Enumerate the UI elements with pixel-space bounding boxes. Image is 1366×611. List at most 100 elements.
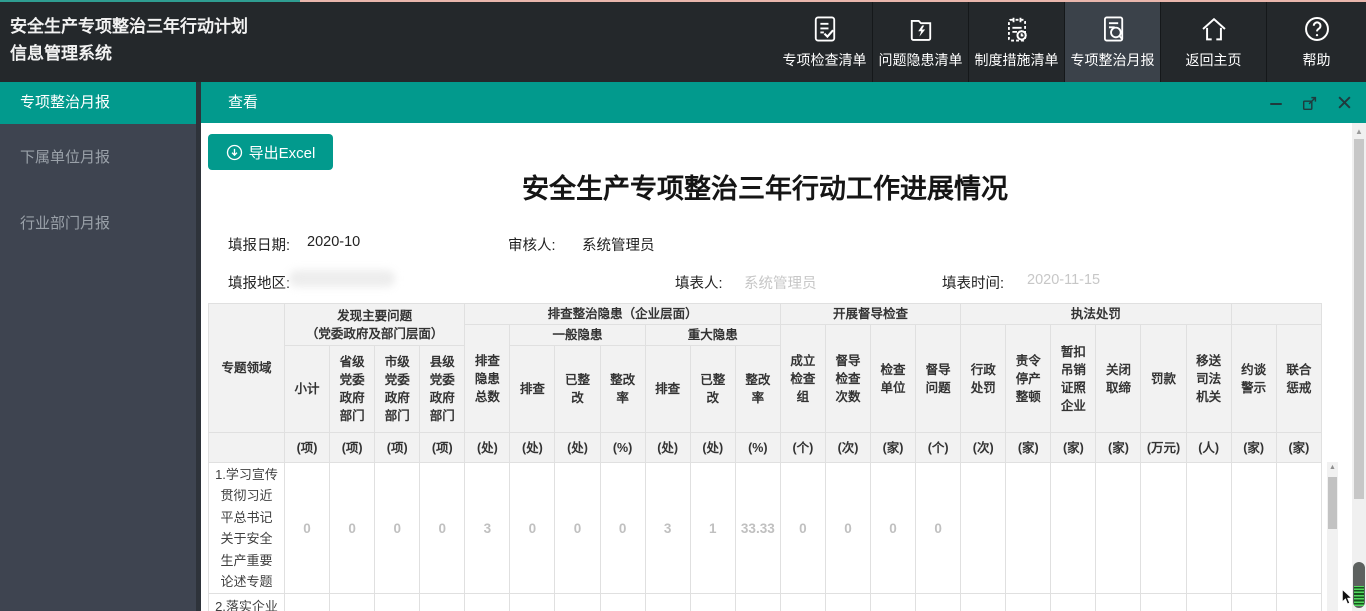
nav-item-label: 问题隐患清单 [879, 50, 963, 70]
report-search-icon [1098, 12, 1128, 46]
header-cell: 督导检查次数 [825, 325, 870, 433]
sidebar-item-special-monthly-report[interactable]: 专项整治月报 [0, 82, 196, 124]
unit-cell: (%) [735, 433, 780, 463]
value-cell [1186, 463, 1231, 594]
table-row: 2.落实企业 [209, 594, 1322, 611]
filler-label: 填表人: [675, 272, 723, 293]
hazard-doc-icon [906, 12, 936, 46]
value-cell [825, 594, 870, 611]
value-cell: 0 [285, 463, 330, 594]
value-cell [1096, 594, 1141, 611]
value-cell [1051, 594, 1096, 611]
value-cell [1186, 594, 1231, 611]
header-cell: 一般隐患 [510, 325, 645, 346]
maximize-button[interactable] [1300, 93, 1320, 113]
value-cell [420, 594, 465, 611]
scroll-indicator-widget[interactable] [1353, 562, 1365, 608]
header-cell: 移送司法机关 [1186, 325, 1231, 433]
page-scrollbar-up-icon[interactable]: ▲ [1352, 127, 1366, 136]
header-cell [1231, 304, 1321, 325]
cursor-icon [1341, 589, 1353, 605]
nav-item-measures-list[interactable]: 制度措施清单 [969, 0, 1064, 82]
nav-item-help[interactable]: 帮助 [1267, 0, 1366, 82]
table-head: 专题领域发现主要问题（党委政府及部门层面）排查整治隐患（企业层面）开展督导检查执… [209, 304, 1322, 463]
value-cell: 1 [690, 463, 735, 594]
value-cell: 0 [375, 463, 420, 594]
unit-cell: (处) [465, 433, 510, 463]
unit-cell: (家) [871, 433, 916, 463]
value-cell [690, 594, 735, 611]
value-cell: 0 [420, 463, 465, 594]
value-cell [916, 594, 961, 611]
value-cell [645, 594, 690, 611]
unit-cell: (个) [916, 433, 961, 463]
value-cell [1276, 594, 1321, 611]
table-scrollbar-up-icon[interactable]: ▲ [1327, 464, 1338, 472]
export-excel-button[interactable]: 导出Excel [208, 134, 333, 170]
nav-item-label: 帮助 [1303, 50, 1331, 70]
nav-item-label: 专项整治月报 [1071, 50, 1155, 70]
sidebar: 专项整治月报下属单位月报行业部门月报 [0, 82, 196, 611]
sidebar-item-subordinate-unit-monthly[interactable]: 下属单位月报 [0, 137, 196, 179]
table-scrollbar-thumb[interactable] [1328, 477, 1337, 529]
header-cell: 督导问题 [916, 325, 961, 433]
row-label-cell: 2.落实企业 [209, 594, 285, 611]
value-cell [1231, 463, 1276, 594]
report-body: 导出Excel 安全生产专项整治三年行动工作进展情况 填报日期: 2020-10… [201, 123, 1366, 611]
value-cell [735, 594, 780, 611]
top-progress-strip-pink [300, 0, 1366, 2]
top-bar: 安全生产专项整治三年行动计划 信息管理系统 专项检查清单问题隐患清单制度措施清单… [0, 0, 1366, 82]
header-cell: 执法处罚 [961, 304, 1231, 325]
checklist-icon [810, 12, 840, 46]
sidebar-item-industry-dept-monthly[interactable]: 行业部门月报 [0, 203, 196, 245]
nav-item-special-check-list[interactable]: 专项检查清单 [777, 0, 872, 82]
app-title-line2: 信息管理系统 [10, 40, 248, 67]
unit-cell: (处) [690, 433, 735, 463]
close-icon [1337, 95, 1352, 110]
header-cell: 已整改 [690, 346, 735, 433]
value-cell [1231, 594, 1276, 611]
unit-cell [209, 433, 285, 463]
value-cell [780, 594, 825, 611]
header-cell: 关闭取缔 [1096, 325, 1141, 433]
minimize-icon [1268, 95, 1284, 111]
nav-item-label: 专项检查清单 [783, 50, 867, 70]
unit-cell: (项) [330, 433, 375, 463]
value-cell [871, 594, 916, 611]
nav-item-monthly-report[interactable]: 专项整治月报 [1065, 0, 1160, 82]
value-cell: 0 [916, 463, 961, 594]
report-table-wrap: 专题领域发现主要问题（党委政府及部门层面）排查整治隐患（企业层面）开展督导检查执… [208, 303, 1322, 611]
value-cell: 0 [780, 463, 825, 594]
unit-cell: (家) [1276, 433, 1321, 463]
tab-view[interactable]: 查看 [228, 82, 258, 123]
unit-cell: (处) [645, 433, 690, 463]
unit-cell: (次) [961, 433, 1006, 463]
value-cell: 0 [600, 463, 645, 594]
unit-cell: (项) [285, 433, 330, 463]
value-cell: 0 [825, 463, 870, 594]
page-scrollbar-thumb[interactable] [1354, 139, 1364, 499]
filler-value: 系统管理员 [744, 272, 817, 293]
page-scrollbar[interactable]: ▲ [1352, 123, 1366, 611]
table-scrollbar[interactable]: ▲ [1327, 462, 1338, 611]
close-button[interactable] [1334, 93, 1354, 113]
header-cell: 罚款 [1141, 325, 1186, 433]
value-cell [600, 594, 645, 611]
header-cell: 整改率 [735, 346, 780, 433]
top-progress-strip-teal [0, 0, 300, 2]
header-cell: 整改率 [600, 346, 645, 433]
report-table: 专题领域发现主要问题（党委政府及部门层面）排查整治隐患（企业层面）开展督导检查执… [208, 303, 1322, 611]
nav-item-home[interactable]: 返回主页 [1161, 0, 1266, 82]
header-cell: 省级党委政府部门 [330, 346, 375, 433]
value-cell [961, 594, 1006, 611]
content-panel: 查看 导出Excel [201, 82, 1366, 611]
region-label: 填报地区: [228, 272, 290, 293]
unit-cell: (人) [1186, 433, 1231, 463]
value-cell [510, 594, 555, 611]
nav-item-problem-hazard-list[interactable]: 问题隐患清单 [873, 0, 968, 82]
value-cell: 0 [871, 463, 916, 594]
minimize-button[interactable] [1266, 93, 1286, 113]
help-icon [1302, 12, 1332, 46]
unit-cell: (项) [420, 433, 465, 463]
scroll-indicator-stripes [1354, 586, 1364, 606]
